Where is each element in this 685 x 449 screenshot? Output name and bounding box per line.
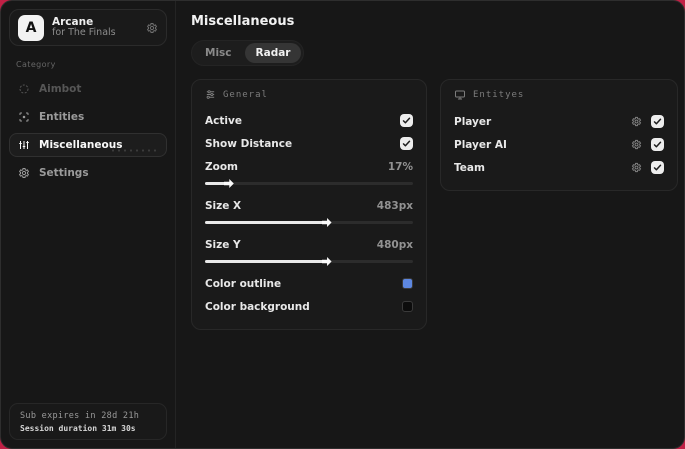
show-distance-label: Show Distance (205, 137, 293, 150)
active-checkbox[interactable] (400, 114, 413, 127)
entities-panel: Entityes Player Player AI Team (440, 79, 678, 191)
entity-checkbox[interactable] (651, 115, 664, 128)
sidebar: A Arcane for The Finals Category Aimbot … (1, 1, 176, 448)
size-y-slider[interactable] (205, 257, 413, 266)
entities-panel-title: Entityes (473, 90, 525, 100)
entity-controls (631, 115, 664, 128)
color-background-swatch[interactable] (402, 301, 413, 312)
color-background-label: Color background (205, 300, 310, 313)
slider-fill (205, 182, 226, 185)
general-panel-header: General (205, 89, 413, 100)
tab-group: Misc Radar (191, 40, 305, 66)
size-x-slider-group: Size X 483px (205, 195, 413, 227)
entity-label: Player (454, 115, 492, 128)
entity-checkbox[interactable] (651, 138, 664, 151)
gear-icon[interactable] (146, 22, 158, 34)
zoom-label: Zoom (205, 160, 238, 173)
size-x-label: Size X (205, 199, 242, 212)
page-title: Miscellaneous (191, 14, 295, 29)
session-duration-text: Session duration 31m 30s (20, 424, 136, 433)
gear-icon (18, 167, 30, 179)
size-y-value: 480px (376, 238, 413, 251)
entity-row-player-ai: Player AI (454, 134, 664, 155)
panels-row: General Active Show Distance Zoom 17% Si… (191, 79, 678, 330)
size-y-label: Size Y (205, 238, 241, 251)
sidebar-item-miscellaneous[interactable]: Miscellaneous (9, 133, 167, 157)
size-x-slider[interactable] (205, 218, 413, 227)
general-panel: General Active Show Distance Zoom 17% Si… (191, 79, 427, 330)
slider-track (205, 182, 413, 185)
entity-row-player: Player (454, 111, 664, 132)
sliders-icon (18, 139, 30, 151)
slider-fill (205, 260, 324, 263)
main-content: Miscellaneous Misc Radar General Active … (176, 1, 684, 448)
gear-icon[interactable] (631, 139, 642, 150)
sidebar-item-label: Settings (39, 167, 89, 179)
sidebar-item-settings[interactable]: Settings (9, 161, 167, 185)
category-label: Category (16, 60, 56, 69)
entity-checkbox[interactable] (651, 161, 664, 174)
sidebar-item-label: Aimbot (39, 83, 82, 95)
color-outline-row: Color outline (205, 273, 413, 294)
gear-icon[interactable] (631, 162, 642, 173)
profile-card: A Arcane for The Finals (9, 9, 167, 46)
gear-icon[interactable] (631, 116, 642, 127)
entity-label: Player AI (454, 138, 507, 151)
tab-misc[interactable]: Misc (194, 43, 243, 63)
slider-fill (205, 221, 324, 224)
slider-thumb[interactable] (321, 257, 332, 266)
zoom-slider-group: Zoom 17% (205, 156, 413, 188)
entity-row-team: Team (454, 157, 664, 178)
zoom-value: 17% (387, 160, 413, 173)
avatar: A (18, 14, 44, 41)
subscription-box: Sub expires in 28d 21h Session duration … (9, 403, 167, 440)
entity-label: Team (454, 161, 485, 174)
color-background-row: Color background (205, 296, 413, 317)
show-distance-row: Show Distance (205, 133, 413, 154)
crosshair-icon (18, 83, 30, 95)
monitor-icon (454, 89, 466, 101)
entity-controls (631, 161, 664, 174)
color-outline-label: Color outline (205, 277, 282, 290)
size-x-value: 483px (376, 199, 413, 212)
app-subtitle: for The Finals (52, 27, 116, 39)
sidebar-item-label: Entities (39, 111, 85, 123)
size-y-row: Size Y 480px (205, 234, 413, 255)
entities-icon (18, 111, 30, 123)
sliders-icon (205, 89, 216, 100)
size-y-slider-group: Size Y 480px (205, 234, 413, 266)
sidebar-item-label: Miscellaneous (39, 139, 123, 151)
sidebar-item-aimbot[interactable]: Aimbot (9, 77, 167, 101)
sub-expiry-text: Sub expires in 28d 21h (20, 411, 140, 421)
active-label: Active (205, 114, 242, 127)
show-distance-checkbox[interactable] (400, 137, 413, 150)
slider-thumb[interactable] (223, 179, 234, 188)
tab-radar[interactable]: Radar (244, 43, 302, 63)
color-outline-swatch[interactable] (402, 278, 413, 289)
general-panel-title: General (223, 89, 268, 100)
sidebar-nav: Aimbot Entities Miscellaneous Settings (9, 77, 167, 185)
profile-text: Arcane for The Finals (52, 16, 138, 39)
active-row: Active (205, 110, 413, 131)
sidebar-item-entities[interactable]: Entities (9, 105, 167, 129)
app-window: A Arcane for The Finals Category Aimbot … (0, 0, 685, 449)
zoom-slider[interactable] (205, 179, 413, 188)
zoom-row: Zoom 17% (205, 156, 413, 177)
slider-thumb[interactable] (321, 218, 332, 227)
size-x-row: Size X 483px (205, 195, 413, 216)
entities-panel-header: Entityes (454, 89, 664, 101)
entity-controls (631, 138, 664, 151)
